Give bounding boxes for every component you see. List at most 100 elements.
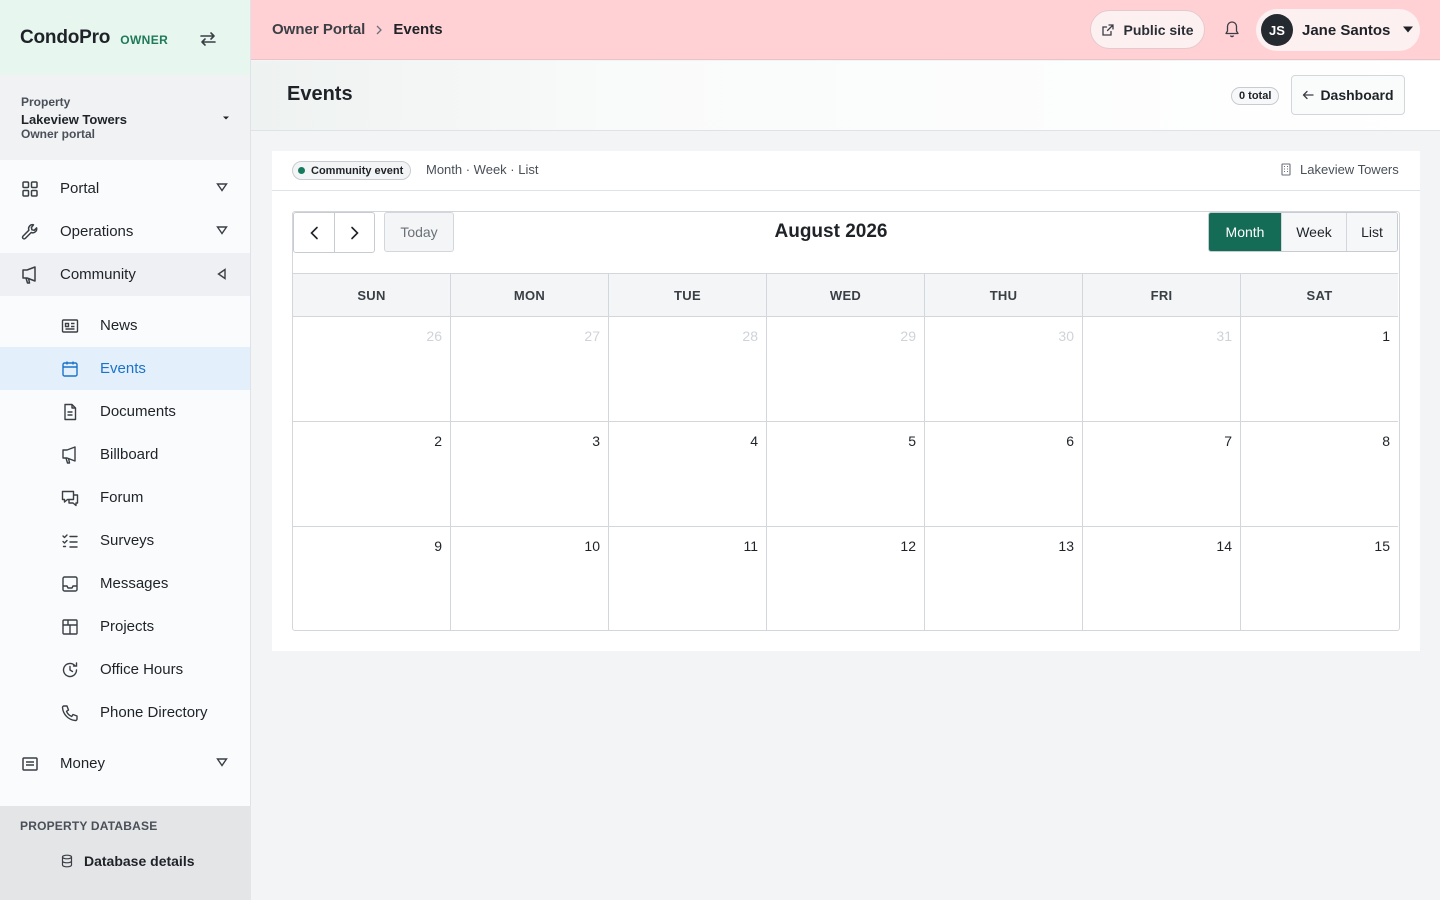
section-title: PROPERTY DATABASE: [20, 819, 158, 833]
day-cell[interactable]: 8: [1241, 422, 1398, 526]
sidebar-item-news[interactable]: News: [0, 304, 250, 347]
view-list-button[interactable]: List: [1346, 213, 1397, 251]
weekday-label: FRI: [1083, 274, 1241, 316]
public-site-button[interactable]: Public site: [1090, 10, 1205, 49]
dashboard-grid-icon: [20, 179, 40, 199]
day-number: 4: [750, 433, 758, 449]
grid-icon: [60, 617, 80, 637]
sidebar-item-projects[interactable]: Projects: [0, 605, 250, 648]
property-name: Lakeview Towers: [21, 112, 127, 127]
chevron-right-icon: [375, 25, 383, 35]
day-number: 12: [900, 538, 916, 554]
switch-icon[interactable]: [198, 29, 218, 49]
nav-label: Money: [60, 755, 106, 772]
sidebar-item-forum[interactable]: Forum: [0, 476, 250, 519]
week-row: 26 27 28 29 30 31 1: [293, 317, 1398, 422]
day-cell[interactable]: 6: [925, 422, 1083, 526]
brand-header: CondoPro OWNER: [0, 0, 250, 75]
nav-label: Community: [60, 266, 136, 283]
breadcrumb-current: Events: [393, 21, 443, 38]
sidebar-item-events[interactable]: Events: [0, 347, 250, 390]
view-switcher: Month Week List: [1208, 212, 1398, 252]
day-number: 28: [742, 328, 758, 344]
day-cell[interactable]: 15: [1241, 527, 1398, 630]
weekday-label: TUE: [609, 274, 767, 316]
user-menu[interactable]: JS Jane Santos: [1256, 9, 1420, 51]
sidebar-item-database-details[interactable]: Database details: [0, 833, 251, 869]
sidebar-item-surveys[interactable]: Surveys: [0, 519, 250, 562]
day-cell[interactable]: 7: [1083, 422, 1241, 526]
property-database-section: PROPERTY DATABASE Database details: [0, 806, 251, 900]
day-cell[interactable]: 3: [451, 422, 609, 526]
day-cell[interactable]: 26: [293, 317, 451, 421]
card-toolbar: Community event Month · Week · List Lake…: [272, 151, 1420, 191]
day-number: 13: [1058, 538, 1074, 554]
sidebar-item-messages[interactable]: Messages: [0, 562, 250, 605]
property-selector[interactable]: Property Lakeview Towers Owner portal: [0, 75, 250, 160]
chat-icon: [60, 488, 80, 508]
breadcrumb: Owner Portal Events: [272, 21, 443, 38]
bell-icon[interactable]: [1224, 20, 1240, 38]
day-number: 27: [584, 328, 600, 344]
sidebar-item-label: Office Hours: [100, 661, 184, 678]
nav-item-portal[interactable]: Portal: [0, 167, 250, 210]
day-number: 1: [1382, 328, 1390, 344]
day-number: 3: [592, 433, 600, 449]
day-cell[interactable]: 13: [925, 527, 1083, 630]
document-icon: [60, 402, 80, 422]
community-submenu: News Events Documents Billboard Forum Su…: [0, 296, 250, 742]
day-cell[interactable]: 31: [1083, 317, 1241, 421]
day-cell[interactable]: 28: [609, 317, 767, 421]
day-cell[interactable]: 5: [767, 422, 925, 526]
sidebar-item-label: Events: [100, 360, 146, 377]
dashboard-button[interactable]: Dashboard: [1291, 75, 1405, 115]
legend-label: Community event: [311, 164, 404, 177]
nav-item-money[interactable]: Money: [0, 742, 250, 785]
day-cell[interactable]: 12: [767, 527, 925, 630]
day-cell[interactable]: 30: [925, 317, 1083, 421]
day-number: 7: [1224, 433, 1232, 449]
arrow-left-icon: [1302, 90, 1320, 100]
caret-down-icon: [1402, 25, 1414, 34]
day-number: 8: [1382, 433, 1390, 449]
day-cell[interactable]: 11: [609, 527, 767, 630]
view-month-button[interactable]: Month: [1209, 213, 1281, 251]
sidebar-item-label: Forum: [100, 489, 144, 506]
megaphone-icon: [20, 265, 40, 285]
day-cell[interactable]: 4: [609, 422, 767, 526]
sidebar-item-office-hours[interactable]: Office Hours: [0, 648, 250, 691]
legend-community-event: Community event: [292, 161, 412, 180]
sidebar-item-billboard[interactable]: Billboard: [0, 433, 250, 476]
day-number: 2: [434, 433, 442, 449]
day-cell[interactable]: 9: [293, 527, 451, 630]
weeks: 26 27 28 29 30 31 1 2 3 4 5 6 7 8 9 10 11 12 13 14 15: [293, 317, 1398, 630]
dashboard-label: Dashboard: [1320, 87, 1394, 103]
view-week-button[interactable]: Week: [1281, 213, 1346, 251]
day-cell[interactable]: 27: [451, 317, 609, 421]
view-hint: Month · Week · List: [426, 162, 539, 177]
nav-item-community[interactable]: Community: [0, 253, 250, 296]
main-nav: Portal Operations Community News Events …: [0, 160, 250, 785]
day-number: 15: [1374, 538, 1390, 554]
day-cell[interactable]: 14: [1083, 527, 1241, 630]
day-number: 10: [584, 538, 600, 554]
weekday-header: SUN MON TUE WED THU FRI SAT: [293, 274, 1398, 317]
brand-name: CondoPro: [20, 26, 111, 48]
day-cell[interactable]: 10: [451, 527, 609, 630]
sidebar-item-label: Projects: [100, 618, 155, 635]
day-number: 6: [1066, 433, 1074, 449]
sidebar-item-documents[interactable]: Documents: [0, 390, 250, 433]
legend-dot: [298, 167, 305, 174]
nav-item-operations[interactable]: Operations: [0, 210, 250, 253]
day-cell[interactable]: 29: [767, 317, 925, 421]
sidebar-item-phone-directory[interactable]: Phone Directory: [0, 691, 250, 734]
day-number: 14: [1216, 538, 1232, 554]
wrench-icon: [20, 222, 40, 242]
day-cell[interactable]: 1: [1241, 317, 1398, 421]
property-subtitle: Owner portal: [21, 127, 96, 141]
sidebar-item-label: Messages: [100, 575, 169, 592]
external-link-icon: [1101, 23, 1123, 37]
weekday-label: SAT: [1306, 287, 1333, 303]
day-cell[interactable]: 2: [293, 422, 451, 526]
breadcrumb-owner-portal[interactable]: Owner Portal: [272, 21, 365, 38]
